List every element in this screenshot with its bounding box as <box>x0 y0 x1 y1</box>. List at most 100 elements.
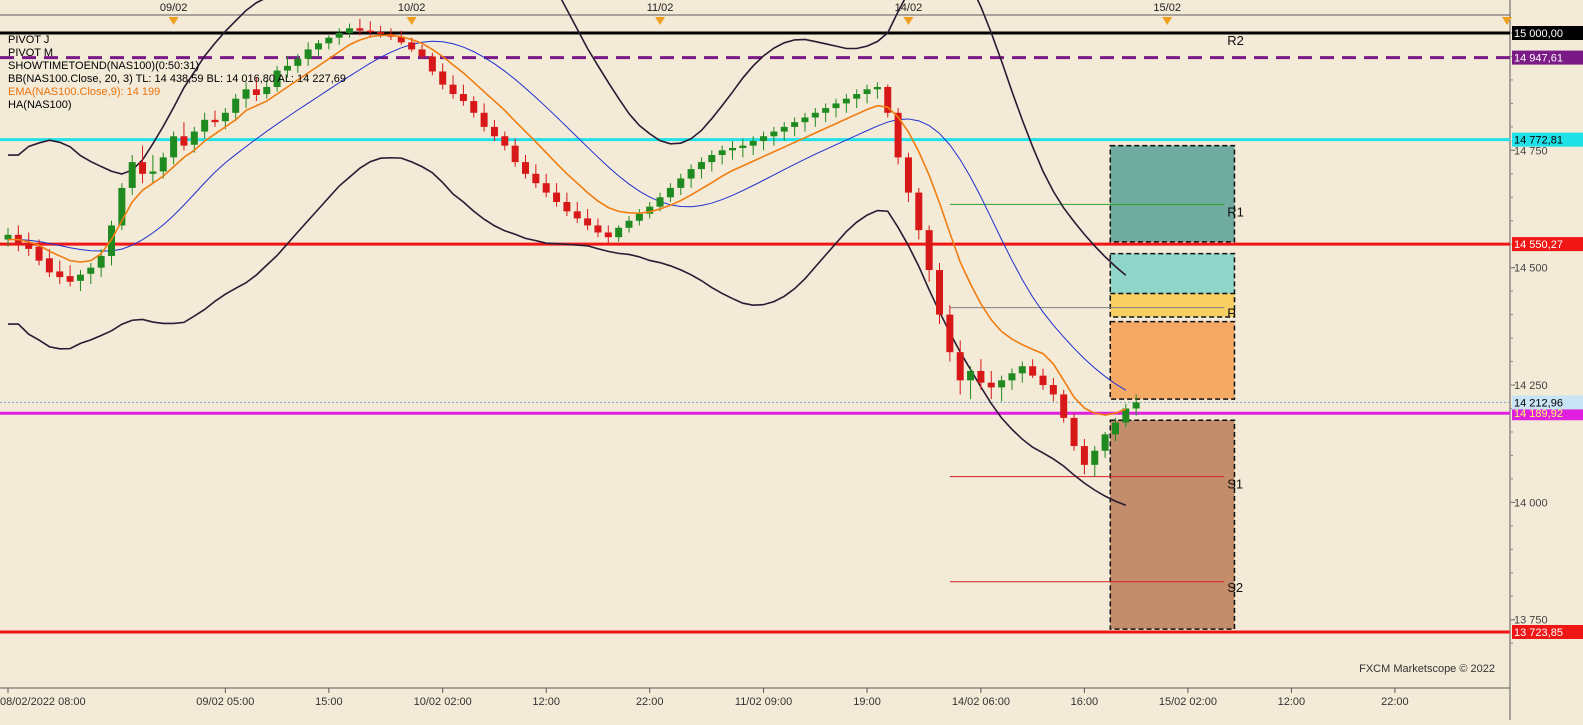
candle-body <box>511 145 519 163</box>
candle-body <box>356 28 364 31</box>
candle-body <box>263 86 271 95</box>
y-tick-label: 14 250 <box>1514 380 1548 392</box>
candle-body <box>294 58 302 66</box>
candle-body <box>418 49 426 57</box>
y-tick-label: 14 750 <box>1514 145 1548 157</box>
candle-body <box>1070 417 1078 447</box>
candle-body <box>677 178 685 188</box>
legend-entry: HA(NAS100) <box>8 99 72 111</box>
candle-body <box>998 380 1006 388</box>
candle-body <box>625 220 633 228</box>
candle-body <box>594 225 602 233</box>
candle-body <box>1080 446 1088 465</box>
candle-body <box>604 232 612 238</box>
price-chart[interactable]: 09/02 10/02 11/02 14/02 15/02 14 750 14 500 14 … <box>0 0 1583 720</box>
pivot-label: P <box>1227 305 1236 320</box>
legend-entry: EMA(NAS100.Close,9): 14 199 <box>8 86 160 98</box>
watermark-text: FXCM Marketscope © 2022 <box>1359 663 1495 675</box>
candle-body <box>770 131 778 137</box>
candle-body <box>1132 402 1140 409</box>
candle-body <box>925 230 933 271</box>
candle-body <box>408 42 416 50</box>
candle-body <box>128 162 136 188</box>
candle-body <box>232 98 240 113</box>
candle-body <box>760 136 768 141</box>
candle-body <box>977 370 985 383</box>
candle-body <box>811 112 819 118</box>
candle-body <box>666 187 674 198</box>
candle-body <box>304 49 312 59</box>
candle-body <box>252 89 260 95</box>
x-tick-label: 11/02 09:00 <box>735 696 792 708</box>
candle-body <box>1091 450 1099 465</box>
x-tick-label: 15/02 02:00 <box>1159 696 1217 708</box>
price-tag-label: 14 772,81 <box>1514 135 1563 147</box>
pivot-label: S1 <box>1227 477 1243 492</box>
pivot-label: R2 <box>1227 33 1244 48</box>
top-date-label: 10/02 <box>398 2 426 14</box>
candle-body <box>366 30 374 33</box>
candle-body <box>170 136 178 158</box>
y-tick-label: 14 000 <box>1514 497 1548 509</box>
candle-body <box>149 171 157 174</box>
candle-body <box>25 243 33 249</box>
candle-body <box>459 94 467 102</box>
candle-body <box>325 37 333 44</box>
price-tag-label: 15 000,00 <box>1514 28 1563 40</box>
candle-body <box>615 227 623 238</box>
candle-body <box>1008 373 1016 381</box>
legend-entry: PIVOT J <box>8 34 49 46</box>
candle-body <box>1018 366 1026 374</box>
candle-body <box>553 192 561 202</box>
projection-zone <box>1109 292 1236 318</box>
price-tag-label: 13 723,85 <box>1514 627 1563 639</box>
candle-body <box>439 71 447 85</box>
candle-body <box>532 173 540 184</box>
candle-body <box>35 246 43 261</box>
x-tick-label: 16:00 <box>1071 696 1099 708</box>
price-tag-label: 14 189,92 <box>1514 408 1563 420</box>
candle-body <box>656 197 664 207</box>
candle-body <box>449 84 457 95</box>
candle-body <box>221 112 229 122</box>
candle-body <box>45 258 53 273</box>
candle-body <box>56 271 64 278</box>
candle-body <box>697 162 705 170</box>
candle-body <box>1039 375 1047 386</box>
candle-body <box>946 314 954 353</box>
candle-body <box>470 101 478 113</box>
candle-body <box>377 32 385 34</box>
candle-body <box>729 147 736 151</box>
candle-body <box>915 192 923 231</box>
candle-body <box>563 201 571 212</box>
candle-body <box>832 103 840 109</box>
projection-zone <box>1109 144 1236 243</box>
y-tick-label: 14 500 <box>1514 263 1548 275</box>
price-tag-label: 14 212,96 <box>1514 397 1563 409</box>
candle-body <box>718 150 726 156</box>
candle-body <box>842 98 850 104</box>
y-tick-label: 13 750 <box>1514 615 1548 627</box>
top-date-label: 15/02 <box>1153 2 1181 14</box>
candle-body <box>1111 422 1119 435</box>
candle-body <box>542 183 550 193</box>
candle-body <box>490 126 498 137</box>
top-date-label: 09/02 <box>160 2 188 14</box>
candle-body <box>904 157 912 193</box>
candle-body <box>428 56 436 72</box>
candle-body <box>1060 394 1068 418</box>
candle-body <box>936 270 943 315</box>
chart-canvas[interactable]: 09/02 10/02 11/02 14/02 15/02 14 750 14 500 14 … <box>0 0 1583 720</box>
x-tick-label: 10/02 02:00 <box>414 696 472 708</box>
candle-body <box>480 112 488 127</box>
x-tick-label: 22:00 <box>636 696 664 708</box>
candle-body <box>1101 434 1109 451</box>
candle-body <box>335 33 343 38</box>
projection-zone <box>1109 419 1236 630</box>
candle-body <box>159 157 167 172</box>
pivot-label: S2 <box>1227 580 1243 595</box>
candle-body <box>501 136 509 146</box>
top-date-label: 14/02 <box>895 2 923 14</box>
candle-body <box>584 218 592 226</box>
projection-zone <box>1109 320 1236 400</box>
